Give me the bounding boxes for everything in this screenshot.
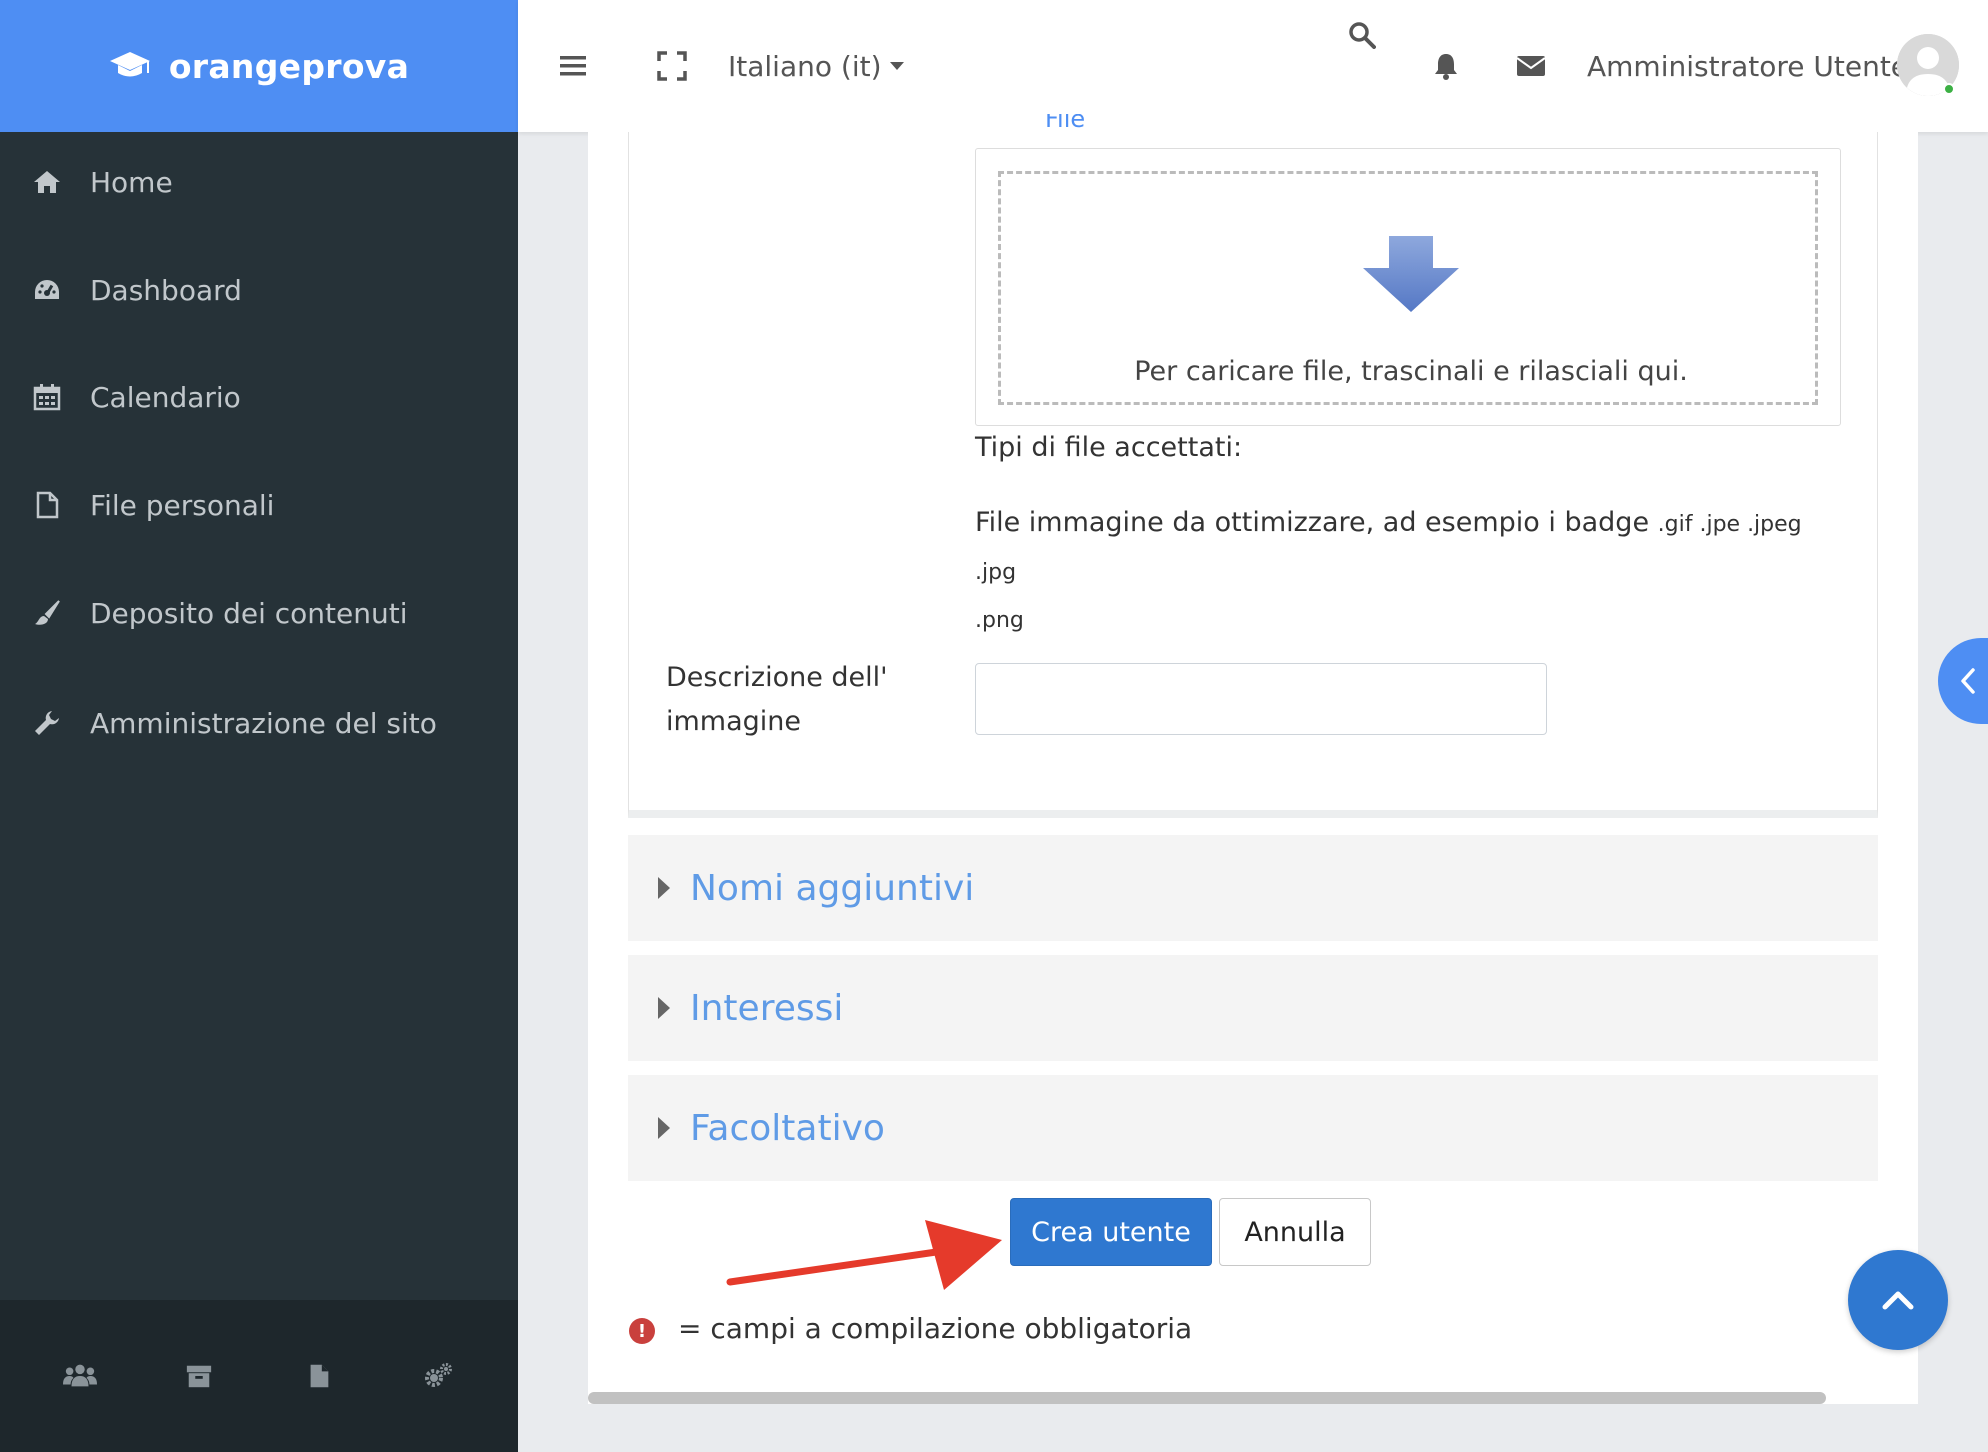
users-icon[interactable] [62, 1358, 98, 1394]
fullscreen-icon[interactable] [657, 0, 687, 132]
accepted-extensions-more: .png [975, 608, 1024, 633]
accepted-types-description: File immagine da ottimizzare, ad esempio… [975, 500, 1815, 644]
brand-link[interactable]: orangeprova [0, 0, 518, 132]
archive-icon[interactable] [181, 1358, 217, 1394]
graduation-cap-icon [109, 52, 150, 77]
create-user-button[interactable]: Crea utente [1010, 1198, 1212, 1266]
sidebar-footer [0, 1300, 518, 1452]
section-interests[interactable]: Interessi [628, 955, 1878, 1061]
wrench-icon [30, 706, 64, 740]
cogs-icon[interactable] [420, 1358, 456, 1394]
section-title: Interessi [690, 987, 844, 1029]
file-icon [30, 488, 64, 522]
file-label: File [1045, 114, 1086, 133]
caret-right-icon [658, 997, 670, 1019]
sidebar-item-label: Deposito dei contenuti [90, 596, 408, 630]
file-picker: Per caricare file, trascinali e rilascia… [975, 148, 1841, 426]
image-description-input[interactable] [975, 663, 1547, 735]
hamburger-menu-icon[interactable] [560, 0, 586, 132]
chevron-up-icon [1882, 1291, 1914, 1310]
accepted-types-label: Tipi di file accettati: [975, 432, 1243, 463]
sidebar-item-private-files[interactable]: File personali [0, 465, 518, 545]
open-drawer-button[interactable] [1938, 638, 1988, 724]
caret-down-icon [889, 62, 904, 70]
chevron-left-icon [1961, 668, 1975, 694]
brand-name: orangeprova [168, 46, 410, 86]
image-description-label: Descrizione dell' immagine [666, 662, 888, 737]
sidebar-item-content-bank[interactable]: Deposito dei contenuti [0, 573, 518, 653]
caret-right-icon [658, 1117, 670, 1139]
section-title: Nomi aggiuntivi [690, 867, 975, 909]
language-label: Italiano (it) [728, 49, 882, 83]
file-icon[interactable] [301, 1358, 337, 1394]
online-status-indicator [1943, 83, 1955, 95]
notifications-bell-icon[interactable] [1432, 0, 1460, 132]
user-name[interactable]: Amministratore Utente [1587, 0, 1908, 132]
section-optional[interactable]: Facoltativo [628, 1075, 1878, 1181]
section-title: Facoltativo [690, 1107, 885, 1149]
sidebar-item-label: Home [90, 165, 173, 199]
sidebar-item-home[interactable]: Home [0, 142, 518, 222]
required-fields-note: = campi a compilazione obbligatoria [678, 1312, 1193, 1345]
sidebar-item-dashboard[interactable]: Dashboard [0, 250, 518, 330]
sidebar-item-label: Dashboard [90, 273, 242, 307]
messages-envelope-icon[interactable] [1516, 0, 1546, 132]
cancel-button[interactable]: Annulla [1219, 1198, 1371, 1266]
drop-instructions: Per caricare file, trascinali e rilascia… [1134, 356, 1688, 387]
sidebar-item-calendar[interactable]: Calendario [0, 357, 518, 437]
dashboard-icon [30, 273, 64, 307]
annotation-arrow-icon [726, 1220, 1002, 1290]
accepted-types-text: File immagine da ottimizzare, ad esempio… [975, 507, 1650, 538]
sidebar-item-label: Amministrazione del sito [90, 706, 437, 740]
sidebar-item-label: File personali [90, 488, 275, 522]
horizontal-scrollbar[interactable] [588, 1392, 1826, 1404]
sidebar: orangeprova Home Dashboard Calendario Fi… [0, 0, 518, 1452]
download-arrow-icon [1363, 236, 1459, 312]
calendar-icon [30, 380, 64, 414]
language-menu[interactable]: Italiano (it) [728, 0, 904, 132]
brush-icon [30, 596, 64, 630]
home-icon [30, 165, 64, 199]
section-additional-names[interactable]: Nomi aggiuntivi [628, 835, 1878, 941]
caret-right-icon [658, 877, 670, 899]
search-icon[interactable] [1348, 0, 1376, 70]
sidebar-item-site-administration[interactable]: Amministrazione del sito [0, 683, 518, 763]
sidebar-item-label: Calendario [90, 380, 241, 414]
scroll-to-top-button[interactable] [1848, 1250, 1948, 1350]
file-drop-zone[interactable]: Per caricare file, trascinali e rilascia… [998, 171, 1818, 405]
required-exclamation-icon: ! [629, 1318, 655, 1344]
